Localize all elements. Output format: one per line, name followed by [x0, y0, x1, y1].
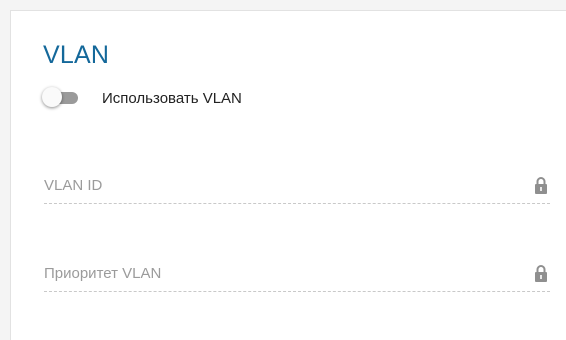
vlan-priority-field[interactable] [44, 261, 550, 292]
vlan-panel: VLAN Использовать VLAN [10, 10, 566, 340]
lock-icon [535, 265, 547, 282]
vlan-id-field[interactable] [44, 173, 550, 204]
vlan-id-input[interactable] [44, 173, 514, 197]
use-vlan-label: Использовать VLAN [102, 89, 242, 107]
lock-icon [535, 177, 547, 194]
use-vlan-toggle[interactable] [42, 87, 80, 108]
vlan-priority-input[interactable] [44, 261, 514, 285]
toggle-knob[interactable] [42, 87, 62, 107]
use-vlan-toggle-row[interactable]: Использовать VLAN [42, 87, 242, 109]
section-title: VLAN [43, 41, 110, 69]
